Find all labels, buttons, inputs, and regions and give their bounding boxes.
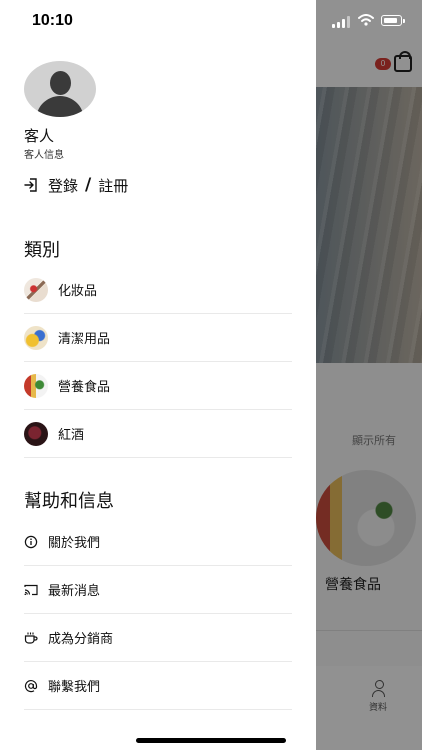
user-info: 客人信息 <box>24 150 64 161</box>
wine-thumbnail <box>24 421 48 446</box>
category-label: 營養食品 <box>58 380 111 395</box>
help-label: 聯繫我們 <box>48 680 101 695</box>
help-label: 關於我們 <box>48 536 101 551</box>
signal-bar <box>342 19 345 28</box>
battery-icon <box>381 15 405 26</box>
nutrition-thumbnail <box>24 373 48 398</box>
login-separator: / <box>85 175 92 195</box>
cosmetics-thumbnail <box>24 277 48 302</box>
help-item-distributor[interactable]: 成為分銷商 <box>24 614 292 662</box>
help-item-about[interactable]: 關於我們 <box>24 518 292 566</box>
category-item-cleaning[interactable]: 清潔用品 <box>24 314 292 362</box>
category-label: 化妝品 <box>58 284 98 299</box>
category-item-nutrition[interactable]: 營養食品 <box>24 362 292 410</box>
user-name: 客人 <box>24 127 55 145</box>
signal-icon <box>332 24 335 28</box>
login-icon <box>24 178 37 192</box>
categories-title: 類別 <box>24 240 60 261</box>
status-icons <box>332 14 412 28</box>
category-label: 清潔用品 <box>58 332 111 347</box>
category-item-wine[interactable]: 紅酒 <box>24 410 292 458</box>
at-icon <box>24 679 38 693</box>
register-link[interactable]: 註冊 <box>98 175 128 196</box>
avatar[interactable] <box>24 61 96 117</box>
cup-icon <box>24 631 38 645</box>
signal-bar <box>337 22 340 28</box>
info-icon <box>24 535 38 549</box>
signal-bar <box>347 16 350 28</box>
help-item-contact[interactable]: 聯繫我們 <box>24 662 292 710</box>
home-indicator[interactable] <box>136 738 286 743</box>
help-label: 成為分銷商 <box>48 632 114 647</box>
category-item-cosmetics[interactable]: 化妝品 <box>24 266 292 314</box>
navigation-drawer: 客人 客人信息 登錄 / 註冊 類別 化妝品 清潔用品 營養食品 紅酒 幫助和信… <box>0 0 316 750</box>
dim-overlay[interactable] <box>316 0 422 750</box>
help-label: 最新消息 <box>48 584 101 599</box>
help-item-news[interactable]: 最新消息 <box>24 566 292 614</box>
cleaning-thumbnail <box>24 325 48 350</box>
login-register-row: 登錄 / 註冊 <box>24 173 128 197</box>
help-title: 幫助和信息 <box>24 491 114 512</box>
status-time: 10:10 <box>32 12 73 29</box>
category-label: 紅酒 <box>58 428 85 443</box>
cast-icon <box>24 583 38 597</box>
wifi-icon <box>358 14 374 26</box>
login-link[interactable]: 登錄 <box>48 175 78 196</box>
